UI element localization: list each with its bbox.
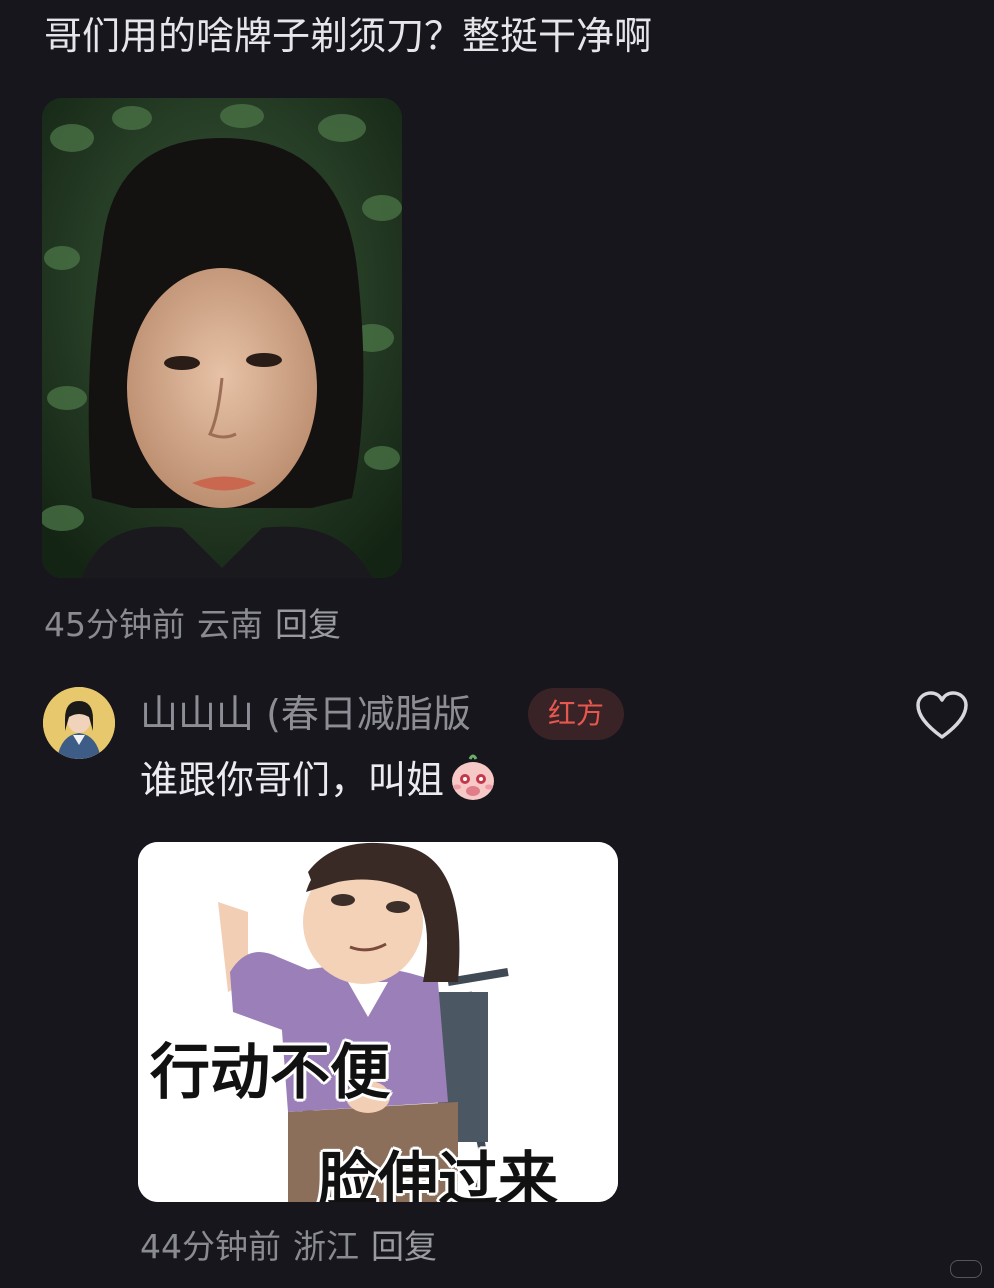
meme-image[interactable]: 行动不便 脸伸过来 xyxy=(138,842,618,1202)
portrait-image xyxy=(42,98,402,578)
meme-caption-bottom: 脸伸过来 xyxy=(318,1146,558,1202)
comment-photo[interactable] xyxy=(42,98,402,578)
comment-time: 45分钟前 xyxy=(44,605,185,644)
avatar[interactable] xyxy=(43,687,115,759)
comment-thread: 哥们用的啥牌子剃须刀？整挺干净啊 45分钟前 云南 回复 山山山 (春日减脂版 … xyxy=(0,0,994,1288)
watermark-logo xyxy=(950,1260,982,1278)
reply-time: 44分钟前 xyxy=(140,1227,281,1266)
reply-location: 浙江 xyxy=(293,1227,359,1266)
heart-outline-icon[interactable] xyxy=(914,690,970,742)
team-badge: 红方 xyxy=(528,688,624,740)
reply-reply-button[interactable]: 回复 xyxy=(371,1227,437,1266)
reply-meta: 44分钟前 浙江 回复 xyxy=(140,1220,449,1268)
comment-meta: 45分钟前 云南 回复 xyxy=(44,598,353,646)
reply-username[interactable]: 山山山 (春日减脂版 xyxy=(140,686,471,742)
reply-text: 谁跟你哥们，叫姐 xyxy=(140,758,445,802)
comment-location: 云南 xyxy=(197,605,263,644)
comment-reply-button[interactable]: 回复 xyxy=(275,605,341,644)
reply-text-row: 谁跟你哥们，叫姐 xyxy=(140,752,498,808)
avatar-image xyxy=(43,687,115,759)
meme-caption-top: 行动不便 xyxy=(150,1038,390,1108)
comment-text: 哥们用的啥牌子剃须刀？整挺干净啊 xyxy=(44,14,653,58)
blushing-emoji-icon xyxy=(452,754,495,800)
